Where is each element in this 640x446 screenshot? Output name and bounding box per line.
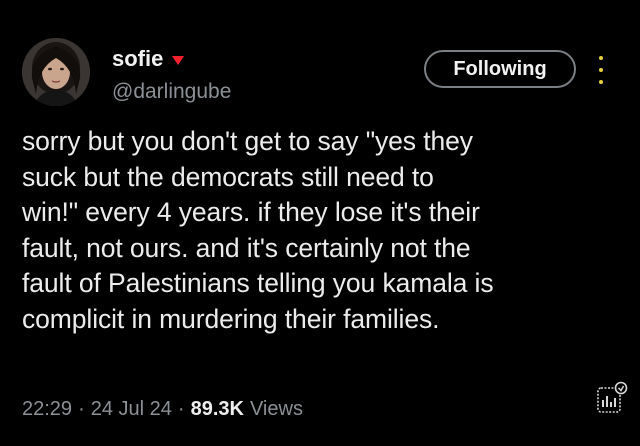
more-vertical-icon[interactable]	[596, 56, 606, 84]
meta-separator: ·	[177, 398, 185, 420]
user-name-row: sofie	[112, 46, 185, 72]
user-handle[interactable]: @darlingube	[112, 80, 231, 104]
tweet-time[interactable]: 22:29	[22, 398, 72, 421]
avatar[interactable]	[22, 38, 90, 106]
analytics-icon[interactable]	[594, 380, 630, 416]
tweet-meta: 22:29 · 24 Jul 24 · 89.3K Views	[22, 398, 303, 421]
tweet-date[interactable]: 24 Jul 24	[91, 398, 172, 421]
heart-icon	[171, 53, 185, 67]
tweet-text-line: complicit in murdering their families.	[22, 303, 440, 334]
display-name[interactable]: sofie	[112, 46, 163, 72]
following-button[interactable]: Following	[424, 50, 576, 88]
tweet-text-line: suck but the democrats still need to	[22, 161, 434, 192]
tweet-text-line: fault, not ours. and it's certainly not …	[22, 232, 471, 263]
tweet-text: sorry but you don't get to say "yes they…	[22, 124, 622, 337]
tweet-text-line: sorry but you don't get to say "yes they	[22, 126, 473, 156]
tweet-text-line: win!" every 4 years. if they lose it's t…	[22, 197, 480, 227]
views-label: Views	[249, 398, 303, 420]
meta-separator: ·	[78, 398, 85, 420]
views-count: 89.3K	[190, 398, 244, 420]
tweet: sofie @darlingube Following sorry but yo…	[0, 0, 640, 446]
tweet-text-line: fault of Palestinians telling you kamala…	[22, 268, 494, 298]
